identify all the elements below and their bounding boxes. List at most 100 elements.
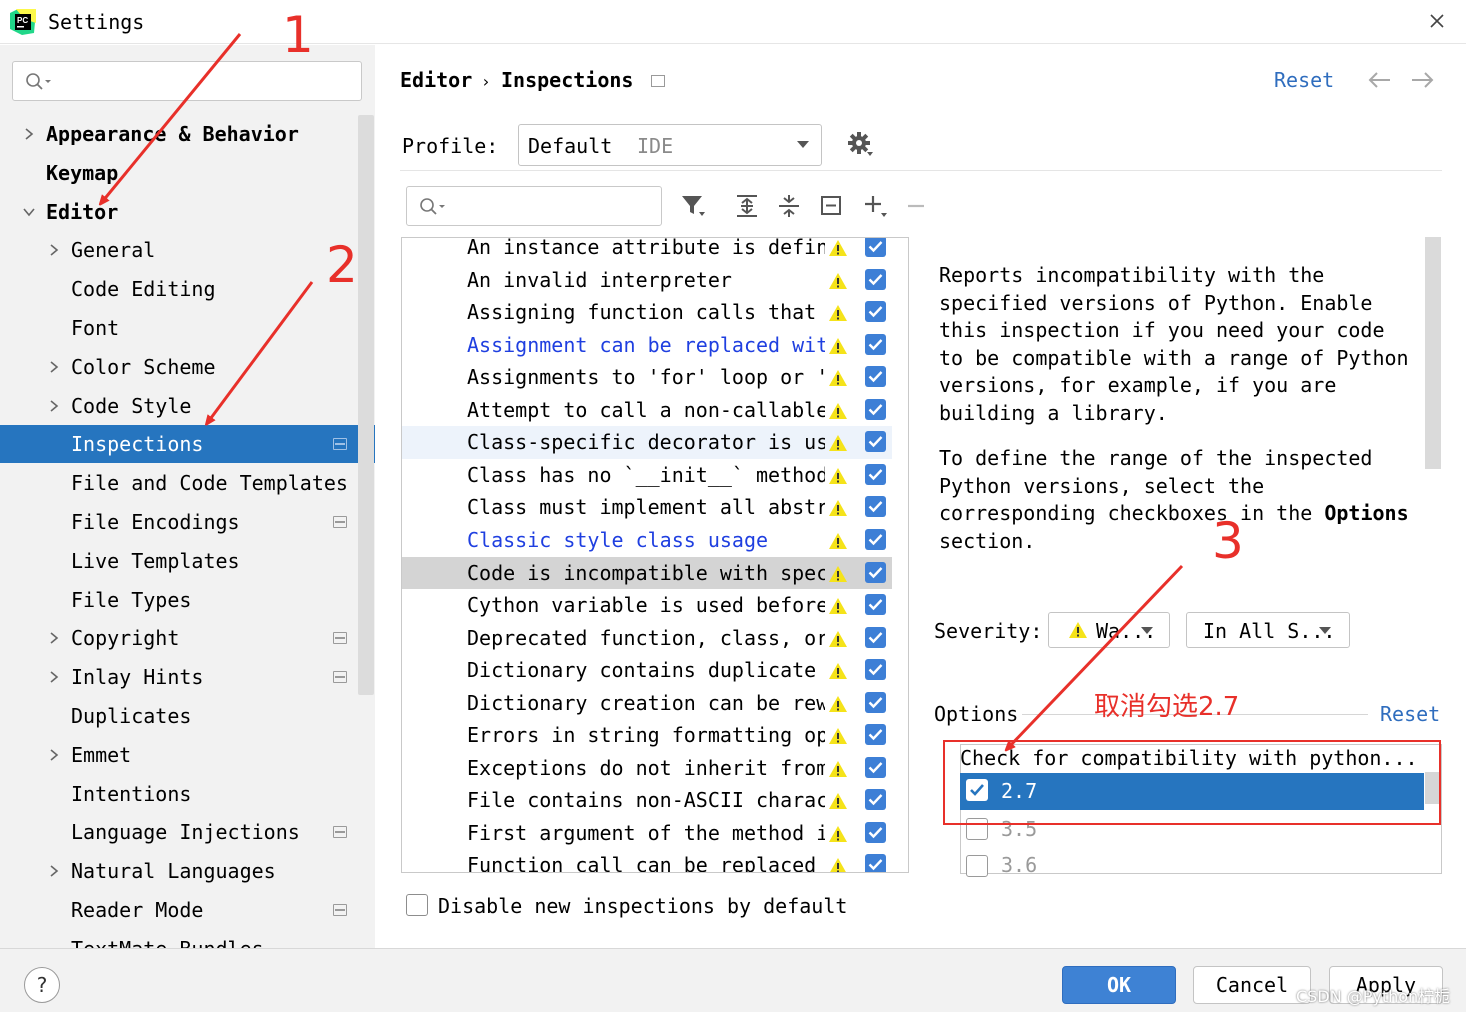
sidebar-item[interactable]: Color Scheme <box>0 348 375 386</box>
reset-link[interactable]: Reset <box>1274 68 1334 92</box>
inspection-checkbox[interactable] <box>865 268 886 290</box>
inspection-checkbox[interactable] <box>865 301 886 323</box>
sidebar-item[interactable]: TextMate Bundles <box>0 930 375 948</box>
description-scrollbar[interactable] <box>1425 237 1441 469</box>
filter-icon[interactable] <box>680 192 708 220</box>
python-36-checkbox[interactable] <box>966 855 988 877</box>
sidebar-item[interactable]: Inspections <box>0 425 375 464</box>
inspection-row[interactable]: Function call can be replaced <box>402 849 892 872</box>
inspection-checkbox[interactable] <box>865 691 886 713</box>
chevron-right-icon[interactable] <box>47 748 61 762</box>
sidebar-item[interactable]: Font <box>0 309 375 347</box>
inspection-checkbox[interactable] <box>865 821 886 843</box>
sidebar-item[interactable]: Duplicates <box>0 697 375 735</box>
sidebar-item[interactable]: Code Style <box>0 387 375 425</box>
inspection-row[interactable]: Cython variable is used before <box>402 589 892 622</box>
inspection-row[interactable]: First argument of the method i <box>402 817 892 850</box>
inspection-row[interactable]: Exceptions do not inherit from <box>402 752 892 785</box>
inspection-row[interactable]: Dictionary contains duplicate <box>402 654 892 687</box>
inspection-row[interactable]: Classic style class usage <box>402 524 892 557</box>
chevron-right-icon[interactable] <box>47 360 61 374</box>
scope-value: In All S... <box>1203 619 1336 643</box>
collapse-all-icon[interactable] <box>775 192 803 220</box>
options-reset-link[interactable]: Reset <box>1380 702 1440 726</box>
sidebar-item[interactable]: Inlay Hints <box>0 658 375 696</box>
sidebar-item[interactable]: Copyright <box>0 619 375 657</box>
sidebar-item[interactable]: Intentions <box>0 775 375 813</box>
inspection-checkbox[interactable] <box>865 366 886 388</box>
inspection-row[interactable]: An invalid interpreter <box>402 264 892 297</box>
chevron-right-icon[interactable] <box>47 399 61 413</box>
inspection-checkbox[interactable] <box>865 238 886 257</box>
sidebar-item-label: Copyright <box>71 626 180 651</box>
sidebar-item[interactable]: Code Editing <box>0 270 375 308</box>
inspection-checkbox[interactable] <box>865 626 886 648</box>
inspection-row[interactable]: Class has no `__init__` method <box>402 459 892 492</box>
sidebar-item[interactable]: Emmet <box>0 736 375 774</box>
inspection-row[interactable]: An instance attribute is defin <box>402 237 892 264</box>
help-button[interactable]: ? <box>24 967 60 1003</box>
chevron-right-icon[interactable] <box>22 127 36 141</box>
inspection-checkbox[interactable] <box>865 561 886 583</box>
inspection-row[interactable]: Assigning function calls that <box>402 296 892 329</box>
inspection-checkbox[interactable] <box>865 496 886 518</box>
back-arrow-icon[interactable] <box>1366 68 1394 92</box>
sidebar-item[interactable]: Reader Mode <box>0 891 375 929</box>
chevron-down-icon[interactable] <box>22 205 36 219</box>
sidebar-item[interactable]: Appearance & Behavior <box>0 115 375 153</box>
group-icon[interactable] <box>818 192 846 220</box>
inspection-row[interactable]: Attempt to call a non-callable <box>402 394 892 427</box>
inspection-checkbox[interactable] <box>865 756 886 778</box>
inspection-row[interactable]: Dictionary creation can be rew <box>402 687 892 720</box>
inspections-list[interactable]: An instance attribute is defin An invalid… <box>401 237 909 873</box>
sidebar-item[interactable]: File Types <box>0 581 375 619</box>
expand-all-icon[interactable] <box>733 192 761 220</box>
chevron-right-icon[interactable] <box>47 864 61 878</box>
inspection-row[interactable]: Class must implement all abstr <box>402 491 892 524</box>
sidebar-item[interactable]: File Encodings <box>0 503 375 541</box>
sidebar-item[interactable]: File and Code Templates <box>0 464 375 502</box>
gear-icon[interactable] <box>846 130 876 160</box>
sidebar-item[interactable]: Editor <box>0 193 375 231</box>
inspection-checkbox[interactable] <box>865 789 886 811</box>
inspection-checkbox[interactable] <box>865 594 886 616</box>
inspection-checkbox[interactable] <box>865 431 886 453</box>
cancel-button[interactable]: Cancel <box>1193 966 1311 1004</box>
sidebar-item[interactable]: Live Templates <box>0 542 375 580</box>
chevron-right-icon[interactable] <box>47 243 61 257</box>
breadcrumb-editor[interactable]: Editor <box>400 68 472 92</box>
disable-new-inspections-checkbox[interactable] <box>406 894 428 916</box>
add-icon[interactable] <box>861 192 889 220</box>
inspection-name: An instance attribute is defin <box>467 237 825 259</box>
forward-arrow-icon[interactable] <box>1408 68 1436 92</box>
inspection-checkbox[interactable] <box>865 659 886 681</box>
sidebar-search-input[interactable] <box>12 61 362 101</box>
inspection-checkbox[interactable] <box>865 854 886 872</box>
inspection-row[interactable]: Deprecated function, class, or <box>402 622 892 655</box>
sidebar-item[interactable]: Language Injections <box>0 813 375 851</box>
chevron-right-icon[interactable] <box>47 631 61 645</box>
remove-icon[interactable] <box>903 192 931 220</box>
sidebar-scrollbar[interactable] <box>358 115 374 695</box>
ok-button[interactable]: OK <box>1062 966 1176 1004</box>
sidebar-item-label: Language Injections <box>71 820 300 845</box>
chevron-right-icon[interactable] <box>47 670 61 684</box>
inspections-search-input[interactable] <box>406 186 662 226</box>
inspection-row[interactable]: File contains non-ASCII charac <box>402 784 892 817</box>
sidebar-item-label: Color Scheme <box>71 354 216 379</box>
inspection-row[interactable]: Assignment can be replaced with <box>402 329 892 362</box>
inspection-checkbox[interactable] <box>865 528 886 550</box>
close-button[interactable] <box>1422 6 1452 36</box>
inspection-row[interactable]: Assignments to 'for' loop or ' <box>402 361 892 394</box>
inspection-row[interactable]: Class-specific decorator is us <box>402 426 892 459</box>
sidebar-item[interactable]: Natural Languages <box>0 852 375 890</box>
inspection-row[interactable]: Code is incompatible with spec <box>402 556 892 589</box>
sidebar-item[interactable]: General <box>0 231 375 269</box>
sidebar-item[interactable]: Keymap <box>0 154 375 192</box>
inspection-checkbox[interactable] <box>865 333 886 355</box>
inspection-row[interactable]: Errors in string formatting op <box>402 719 892 752</box>
inspection-checkbox[interactable] <box>865 463 886 485</box>
inspection-checkbox[interactable] <box>865 398 886 420</box>
inspection-checkbox[interactable] <box>865 724 886 746</box>
description-paragraph: Reports incompatibility with the specifi… <box>939 263 1409 425</box>
